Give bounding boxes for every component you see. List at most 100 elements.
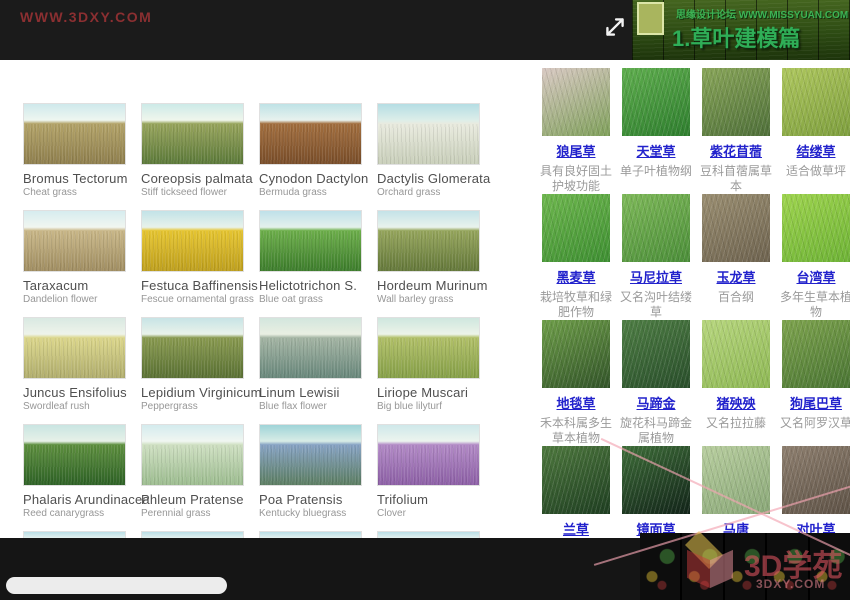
species-thumbnail[interactable] [141,210,244,272]
grass-description: 又名沟叶结缕草 [618,290,694,320]
grass-name-link[interactable]: 紫花苜蓿 [710,141,762,160]
grass-item: 猪殃殃 又名拉拉藤 [698,320,774,446]
grass-name-link[interactable]: 兰草 [563,519,589,538]
species-card[interactable]: Liriope Muscari Big blue lilyturf [377,317,480,424]
grass-thumbnail[interactable] [702,446,770,514]
species-thumbnail[interactable] [141,317,244,379]
species-latin-name: Liriope Muscari [377,385,480,400]
species-card[interactable]: Helictotrichon S. Blue oat grass [259,210,362,317]
grass-thumbnail[interactable] [622,194,690,262]
horizontal-scrollbar[interactable] [6,577,227,594]
species-common-name: Bermuda grass [259,187,362,198]
species-thumbnail[interactable] [259,424,362,486]
species-card[interactable]: Linum Lewisii Blue flax flower [259,317,362,424]
species-thumbnail[interactable] [377,424,480,486]
grass-name-link[interactable]: 地毯草 [556,393,595,412]
grass-name-link[interactable]: 猪殃殃 [716,393,755,412]
filmstrip-frame [725,533,765,600]
grass-name-link[interactable]: 结缕草 [796,141,835,160]
species-common-name: Reed canarygrass [23,508,126,519]
species-card[interactable]: Taraxacum Dandelion flower [23,210,126,317]
grass-thumbnail[interactable] [702,320,770,388]
species-common-name: Blue flax flower [259,401,362,412]
species-thumbnail[interactable] [141,424,244,486]
species-card[interactable]: Cynodon Dactylon Bermuda grass [259,103,362,210]
species-latin-name: Phleum Pratense [141,492,244,507]
filmstrip-frame [682,533,722,600]
grass-name-link[interactable]: 天堂草 [636,141,675,160]
species-thumbnail[interactable] [23,103,126,165]
chapter-title: 1.草叶建模篇 [672,21,800,53]
grass-thumbnail[interactable] [702,68,770,136]
species-thumbnail[interactable] [23,210,126,272]
species-thumbnail[interactable] [23,424,126,486]
species-card[interactable]: Coreopsis palmata Stiff tickseed flower [141,103,244,210]
grass-thumbnail[interactable] [542,194,610,262]
species-card[interactable]: Dactylis Glomerata Orchard grass [377,103,480,210]
grass-description: 豆科苜蓿属草本 [698,164,774,194]
next-row-thumbnail-sliver [377,531,480,538]
species-thumbnail[interactable] [141,103,244,165]
species-card[interactable]: Trifolium Clover [377,424,480,531]
filmstrip-frame [640,533,680,600]
species-grid: Bromus Tectorum Cheat grass Coreopsis pa… [23,103,480,531]
species-thumbnail[interactable] [377,317,480,379]
grass-thumbnail[interactable] [622,68,690,136]
species-latin-name: Cynodon Dactylon [259,171,362,186]
grass-description: 适合做草坪 [778,164,850,179]
chinese-grass-grid: 狼尾草 具有良好固土护坡功能 天堂草 单子叶植物纲 紫花苜蓿 豆科苜蓿属草本 结… [538,68,850,572]
species-common-name: Fescue ornamental grass [141,294,244,305]
grass-thumbnail[interactable] [782,446,850,514]
species-thumbnail[interactable] [377,103,480,165]
species-thumbnail[interactable] [377,210,480,272]
selected-thumbnail-highlight [637,2,664,35]
grass-thumbnail[interactable] [622,320,690,388]
species-thumbnail[interactable] [259,103,362,165]
grass-description: 百合纲 [698,290,774,305]
species-card[interactable]: Festuca Baffinensis Fescue ornamental gr… [141,210,244,317]
site-logo-text: WWW.3DXY.COM [20,9,152,25]
filmstrip-frame [810,533,850,600]
species-common-name: Dandelion flower [23,294,126,305]
grass-thumbnail[interactable] [702,194,770,262]
grass-name-link[interactable]: 马尼拉草 [630,267,682,286]
species-common-name: Swordleaf rush [23,401,126,412]
grass-name-link[interactable]: 台湾草 [796,267,835,286]
bottom-filmstrip [640,533,850,600]
grass-item: 结缕草 适合做草坪 [778,68,850,194]
species-card[interactable]: Phalaris Arundinacea Reed canarygrass [23,424,126,531]
forum-watermark-text: 思缘设计论坛 WWW.MISSYUAN.COM [676,6,848,21]
species-thumbnail[interactable] [23,317,126,379]
grass-item: 马尼拉草 又名沟叶结缕草 [618,194,694,320]
grass-thumbnail[interactable] [542,446,610,514]
species-latin-name: Trifolium [377,492,480,507]
grass-item: 黑麦草 栽培牧草和绿肥作物 [538,194,614,320]
grass-thumbnail[interactable] [542,320,610,388]
species-card[interactable]: Bromus Tectorum Cheat grass [23,103,126,210]
grass-thumbnail[interactable] [782,194,850,262]
grass-thumbnail[interactable] [542,68,610,136]
grass-name-link[interactable]: 狗尾巴草 [790,393,842,412]
grass-thumbnail[interactable] [622,446,690,514]
grass-name-link[interactable]: 狼尾草 [556,141,595,160]
species-card[interactable]: Phleum Pratense Perennial grass [141,424,244,531]
grass-description: 又名阿罗汉草 [778,416,850,431]
grass-description: 具有良好固土护坡功能 [538,164,614,194]
grass-description: 旋花科马蹄金属植物 [618,416,694,446]
grass-thumbnail[interactable] [782,68,850,136]
species-card[interactable]: Poa Pratensis Kentucky bluegrass [259,424,362,531]
species-card[interactable]: Hordeum Murinum Wall barley grass [377,210,480,317]
grass-thumbnail[interactable] [782,320,850,388]
species-card[interactable]: Juncus Ensifolius Swordleaf rush [23,317,126,424]
expand-icon[interactable] [602,14,628,40]
grass-item: 马蹄金 旋花科马蹄金属植物 [618,320,694,446]
species-latin-name: Juncus Ensifolius [23,385,126,400]
expand-icon-glyph [602,14,628,40]
species-thumbnail[interactable] [259,210,362,272]
grass-name-link[interactable]: 黑麦草 [556,267,595,286]
species-latin-name: Phalaris Arundinacea [23,492,126,507]
grass-name-link[interactable]: 马蹄金 [636,393,675,412]
species-thumbnail[interactable] [259,317,362,379]
species-card[interactable]: Lepidium Virginicum Peppergrass [141,317,244,424]
grass-name-link[interactable]: 玉龙草 [716,267,755,286]
